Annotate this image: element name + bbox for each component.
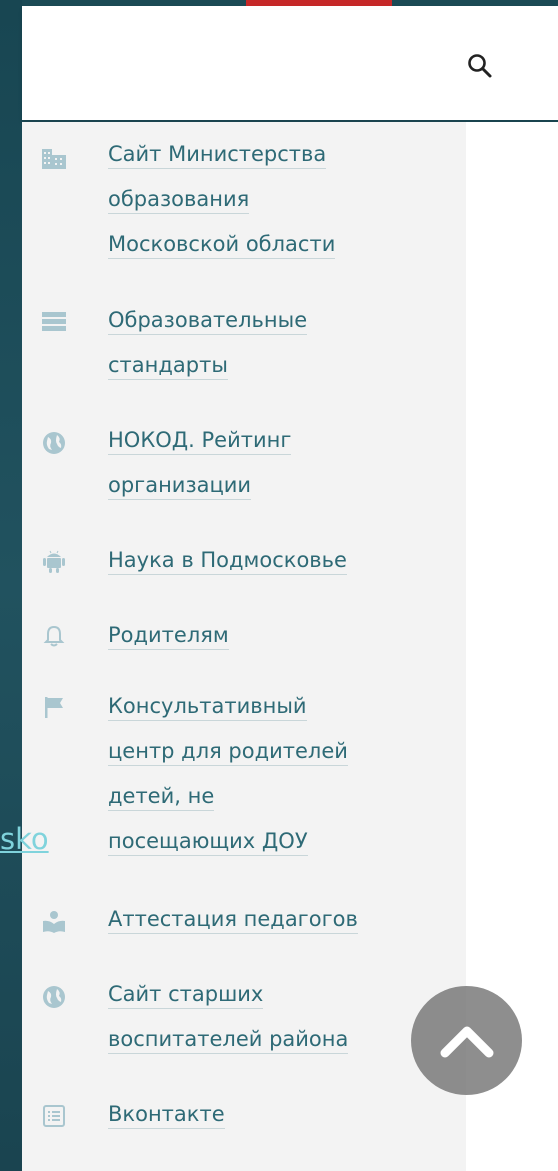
search-icon (468, 54, 492, 78)
teacher-reading-icon (39, 907, 69, 937)
building-icon (39, 144, 69, 174)
header-bar (22, 6, 558, 120)
android-icon (39, 546, 69, 576)
server-list-icon (39, 306, 69, 336)
globe-icon (39, 982, 69, 1012)
menu-item-label-line[interactable]: образования (108, 187, 250, 214)
scroll-to-top-button[interactable] (411, 986, 522, 1095)
list-icon (39, 1101, 69, 1131)
menu-item-label-line[interactable]: Родителям (108, 623, 229, 650)
bell-icon (39, 621, 69, 651)
menu-item-label-line[interactable]: стандарты (108, 353, 228, 380)
menu-item-label-line[interactable]: Аттестация педагогов (108, 907, 358, 934)
menu-item-label-line[interactable]: посещающих ДОУ (108, 829, 308, 856)
search-button[interactable] (460, 46, 500, 86)
chevron-up-icon (440, 1026, 493, 1057)
menu-item-label-line[interactable]: Наука в Подмосковье (108, 548, 347, 575)
menu-item-label-line[interactable]: Образовательные (108, 308, 308, 335)
menu-item-label-line[interactable]: организации (108, 473, 252, 500)
menu-item-label-line[interactable]: Вконтакте (108, 1102, 225, 1129)
sidebar-menu: Сайт Министерства образования Московской… (22, 122, 466, 1171)
menu-item-label-line[interactable]: Консультативный (108, 694, 307, 721)
menu-item-label-line[interactable]: воспитателей района (108, 1027, 349, 1054)
menu-item-label-line[interactable]: Московской области (108, 232, 336, 259)
background-page-link[interactable]: sko (0, 822, 68, 856)
background-left-strip (0, 0, 22, 1171)
menu-item-label-line[interactable]: центр для родителей (108, 739, 348, 766)
flag-icon (39, 692, 69, 722)
menu-item-label-line[interactable]: детей, не (108, 784, 215, 811)
menu-item-label-line[interactable]: Сайт Министерства (108, 142, 327, 169)
menu-item-label-line[interactable]: НОКОД. Рейтинг (108, 428, 292, 455)
menu-item-label-line[interactable]: Сайт старших (108, 982, 264, 1009)
globe-icon (39, 428, 69, 458)
